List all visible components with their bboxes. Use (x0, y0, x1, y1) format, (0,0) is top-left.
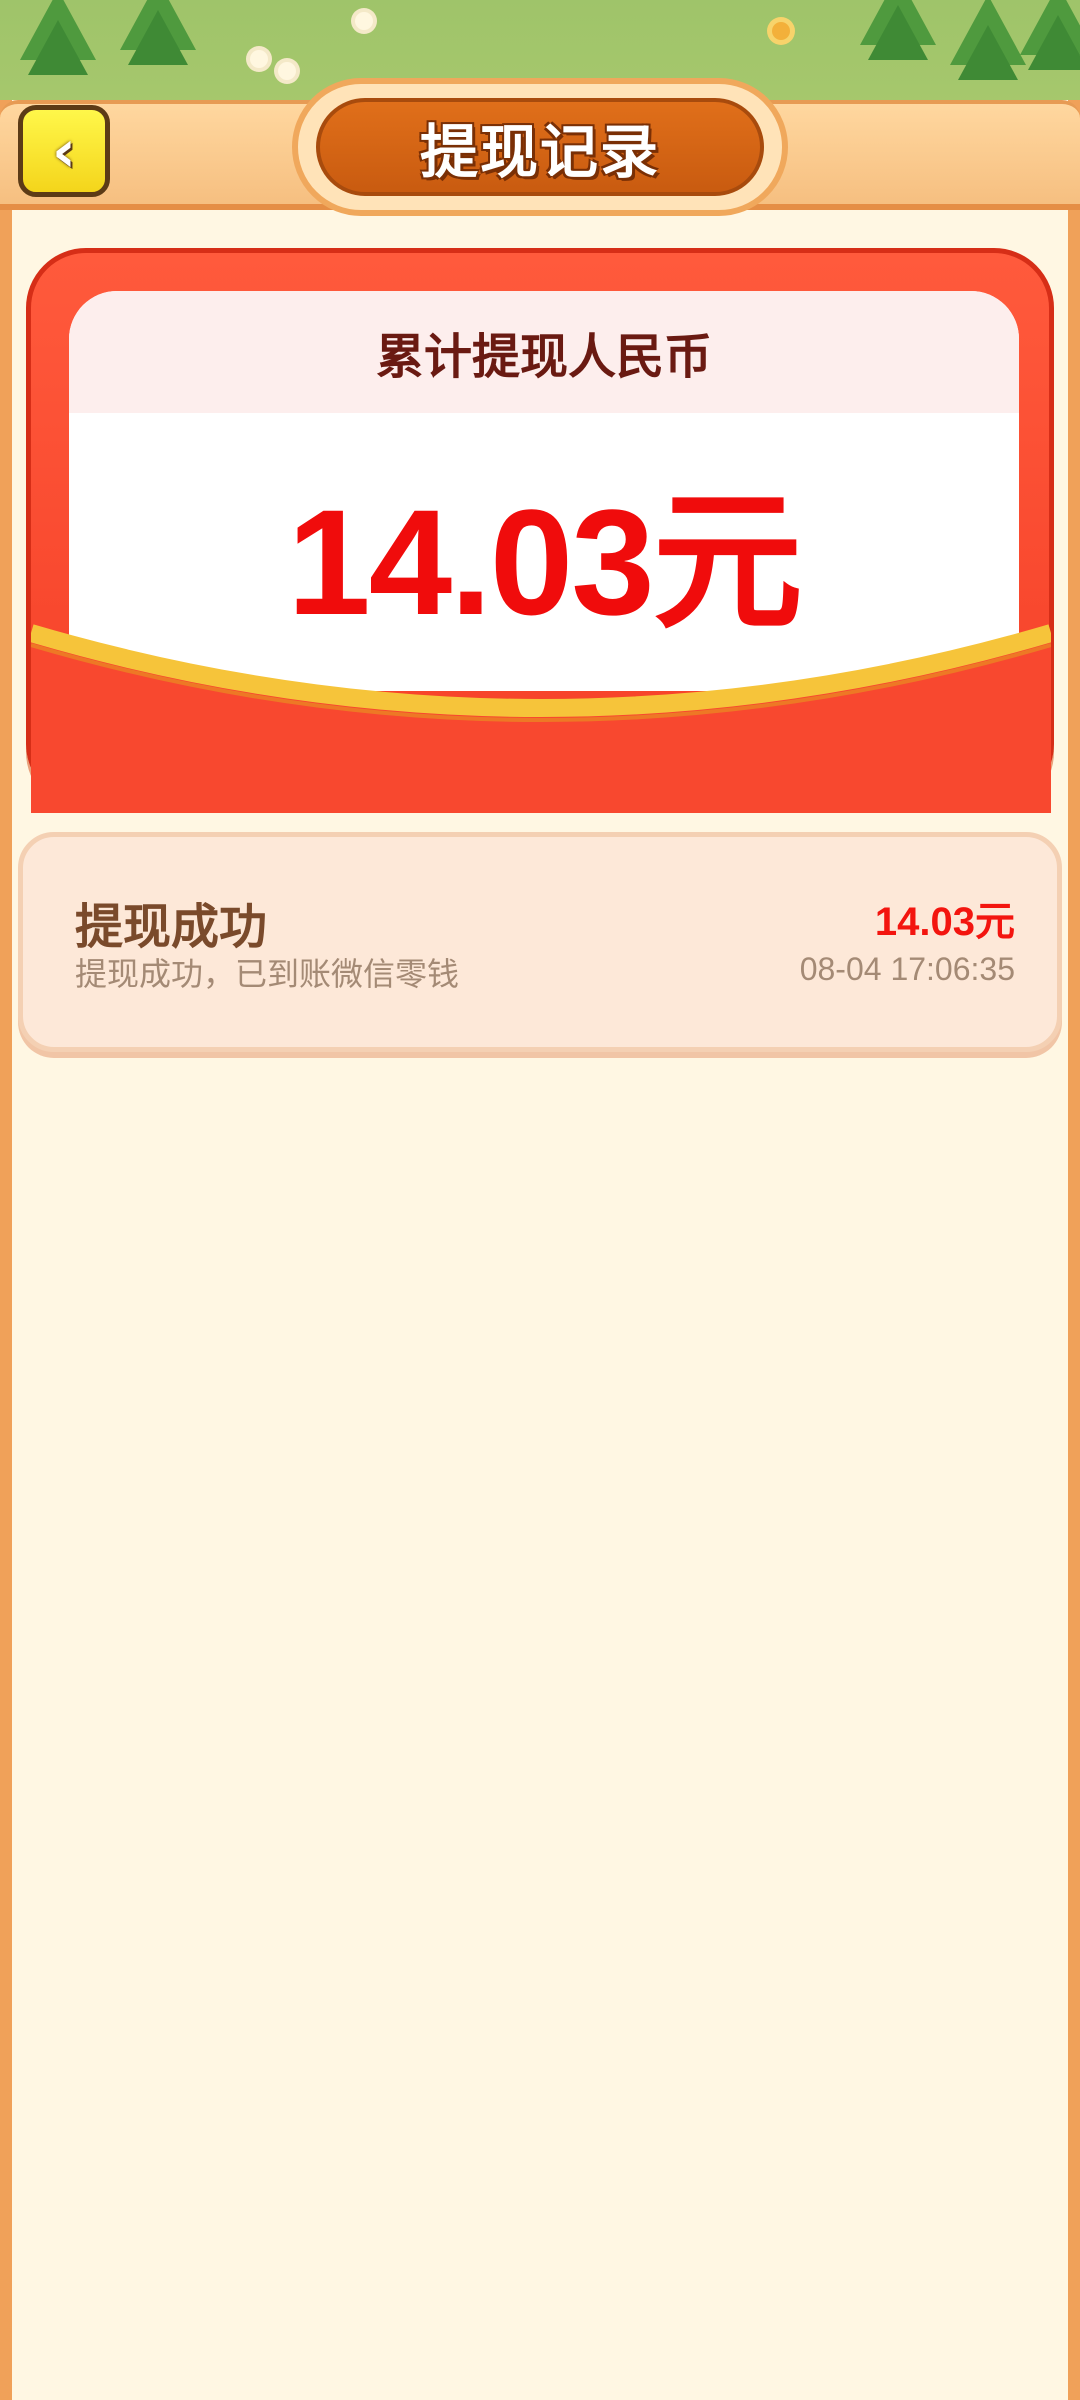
page-title: 提现记录 (419, 118, 660, 186)
back-button[interactable]: ‹ (18, 105, 110, 197)
total-withdrawal-card: 累计提现人民币 14.03元 (26, 248, 1054, 813)
tree-icon (950, 0, 1026, 80)
tree-icon (1020, 0, 1080, 70)
list-item[interactable]: 提现成功 提现成功，已到账微信零钱 14.03元 08-04 17:06:35 (18, 832, 1062, 1052)
total-label: 累计提现人民币 (375, 329, 712, 385)
flower-icon (278, 62, 296, 80)
total-label-band: 累计提现人民币 (69, 291, 1019, 413)
tree-icon (120, 0, 196, 65)
flower-icon (250, 50, 268, 68)
record-amount: 14.03元 (874, 900, 1015, 944)
record-subtitle: 提现成功，已到账微信零钱 (75, 955, 460, 993)
record-time: 08-04 17:06:35 (799, 951, 1015, 987)
tree-icon (20, 0, 96, 75)
chevron-left-icon: ‹ (52, 117, 76, 185)
flower-icon (355, 12, 373, 30)
flower-icon (772, 22, 790, 40)
tree-icon (860, 0, 936, 60)
envelope-flap (31, 624, 1051, 813)
record-title: 提现成功 (75, 899, 268, 955)
page-title-inner: 提现记录 (316, 98, 764, 196)
page-title-plaque: 提现记录 (292, 78, 788, 216)
